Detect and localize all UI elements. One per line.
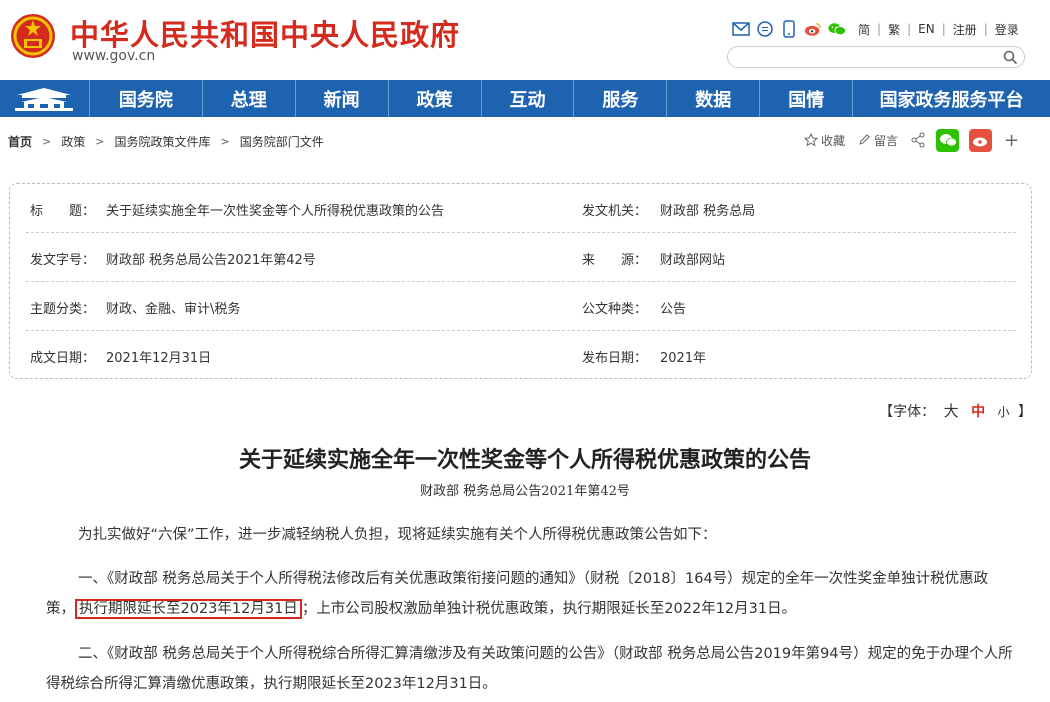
lang-simplified-link[interactable]: 简: [858, 21, 870, 38]
article-subtitle: 财政部 税务总局公告2021年第42号: [420, 484, 630, 499]
published-date-label: 发布日期：: [582, 351, 648, 366]
breadcrumb-department-docs[interactable]: 国务院部门文件: [240, 133, 324, 150]
created-date-label: 成文日期：: [30, 351, 96, 366]
pencil-icon[interactable]: [857, 133, 871, 147]
breadcrumb-arrow-icon: >: [95, 134, 105, 148]
collect-button[interactable]: 收藏: [821, 132, 845, 149]
issuer-value: 财政部 税务总局: [660, 204, 756, 219]
title-value: 关于延续实施全年一次性奖金等个人所得税优惠政策的公告: [106, 204, 445, 219]
separator: |: [941, 22, 946, 36]
article-title: 关于延续实施全年一次性奖金等个人所得税优惠政策的公告: [238, 447, 811, 473]
type-value: 公告: [660, 302, 687, 317]
breadcrumb-policy[interactable]: 政策: [61, 133, 85, 150]
nav-item-interaction[interactable]: 互动: [482, 80, 575, 117]
title-label: 标 题：: [30, 204, 96, 219]
breadcrumb-home[interactable]: 首页: [8, 133, 32, 150]
breadcrumb-arrow-icon: >: [42, 134, 52, 148]
breadcrumb-policy-library[interactable]: 国务院政策文件库: [114, 133, 210, 150]
search-input[interactable]: [738, 49, 988, 65]
share-weibo-icon[interactable]: [969, 128, 993, 152]
topic-label: 主题分类：: [30, 302, 96, 317]
info-row: 标 题： 关于延续实施全年一次性奖金等个人所得税优惠政策的公告 发文机关： 财政…: [26, 184, 1016, 233]
comment-button[interactable]: 留言: [874, 132, 898, 149]
wechat-icon[interactable]: [828, 20, 846, 38]
nav-item-news[interactable]: 新闻: [296, 80, 389, 117]
info-row: 成文日期： 2021年12月31日 发布日期： 2021年: [26, 331, 1016, 380]
page-tools: 收藏 留言 +: [804, 128, 1019, 152]
star-icon[interactable]: [804, 133, 818, 147]
share-wechat-icon[interactable]: [936, 128, 960, 152]
tiananmen-icon: [15, 87, 74, 111]
article-paragraph-2: 一、《财政部 税务总局关于个人所得税法修改后有关优惠政策衔接问题的通知》（财税〔…: [46, 564, 1016, 624]
font-size-large-button[interactable]: 大: [944, 402, 959, 420]
breadcrumb-arrow-icon: >: [220, 134, 230, 148]
message-icon[interactable]: [756, 20, 774, 38]
font-size-medium-button[interactable]: 中: [971, 404, 985, 420]
main-nav: 国务院 总理 新闻 政策 互动 服务 数据 国情 国家政务服务平台: [0, 80, 1050, 117]
font-size-small-button[interactable]: 小: [998, 405, 1010, 419]
lang-traditional-link[interactable]: 繁: [888, 21, 900, 38]
topic-value: 财政、金融、审计\税务: [106, 302, 241, 317]
font-size-prefix: 【字体：: [879, 404, 936, 420]
nav-item-data[interactable]: 数据: [667, 80, 761, 117]
nav-item-state-council[interactable]: 国务院: [90, 80, 203, 117]
published-date-value: 2021年: [660, 351, 707, 366]
created-date-value: 2021年12月31日: [106, 351, 212, 366]
site-header: 中华人民共和国中央人民政府 www.gov.cn 简 | 繁 | EN | 注册…: [0, 0, 1050, 76]
mobile-icon[interactable]: [780, 20, 798, 38]
paragraph-2-part-b: ；上市公司股权激励单独计税优惠政策，执行期限延长至2022年12月31日。: [301, 601, 797, 617]
separator: |: [983, 22, 988, 36]
site-url[interactable]: www.gov.cn: [72, 48, 155, 64]
type-label: 公文种类：: [582, 302, 648, 317]
issuer-label: 发文机关：: [582, 204, 648, 219]
highlighted-deadline: 执行期限延长至2023年12月31日: [75, 599, 302, 619]
nav-home-logo[interactable]: [0, 80, 90, 117]
source-value: 财政部网站: [660, 253, 726, 268]
nav-item-policy[interactable]: 政策: [389, 80, 482, 117]
login-link[interactable]: 登录: [995, 21, 1019, 38]
font-size-control: 【字体： 大 中 小 】: [879, 400, 1032, 421]
article-paragraph-3: 二、《财政部 税务总局关于个人所得税综合所得汇算清缴涉及有关政策问题的公告》（财…: [46, 646, 1013, 692]
info-row: 主题分类： 财政、金融、审计\税务 公文种类： 公告: [26, 282, 1016, 331]
nav-item-service-platform[interactable]: 国家政务服务平台: [853, 80, 1050, 117]
search-box: [727, 46, 1025, 68]
separator: |: [907, 22, 912, 36]
nav-item-national-info[interactable]: 国情: [760, 80, 854, 117]
top-links: 简 | 繁 | EN | 注册 | 登录: [732, 18, 1019, 40]
info-row: 发文字号： 财政部 税务总局公告2021年第42号 来 源： 财政部网站: [26, 233, 1016, 282]
weibo-icon[interactable]: [804, 20, 822, 38]
nav-item-services[interactable]: 服务: [574, 80, 668, 117]
national-emblem-icon[interactable]: [10, 12, 56, 60]
document-info-box: 标 题： 关于延续实施全年一次性奖金等个人所得税优惠政策的公告 发文机关： 财政…: [9, 183, 1032, 379]
email-icon[interactable]: [732, 20, 750, 38]
font-size-suffix: 】: [1018, 404, 1032, 420]
lang-english-link[interactable]: EN: [918, 22, 935, 36]
register-link[interactable]: 注册: [953, 21, 977, 38]
docno-value: 财政部 税务总局公告2021年第42号: [106, 253, 316, 268]
docno-label: 发文字号：: [30, 253, 96, 268]
source-label: 来 源：: [582, 253, 648, 268]
share-icon[interactable]: [910, 132, 926, 148]
nav-item-premier[interactable]: 总理: [203, 80, 296, 117]
more-share-icon[interactable]: +: [1004, 130, 1019, 151]
separator: |: [877, 22, 882, 36]
article-paragraph-1: 为扎实做好“六保”工作，进一步减轻纳税人负担，现将延续实施有关个人所得税优惠政策…: [78, 527, 717, 543]
search-icon[interactable]: [1003, 50, 1018, 65]
breadcrumb: 首页 > 政策 > 国务院政策文件库 > 国务院部门文件: [8, 132, 324, 150]
